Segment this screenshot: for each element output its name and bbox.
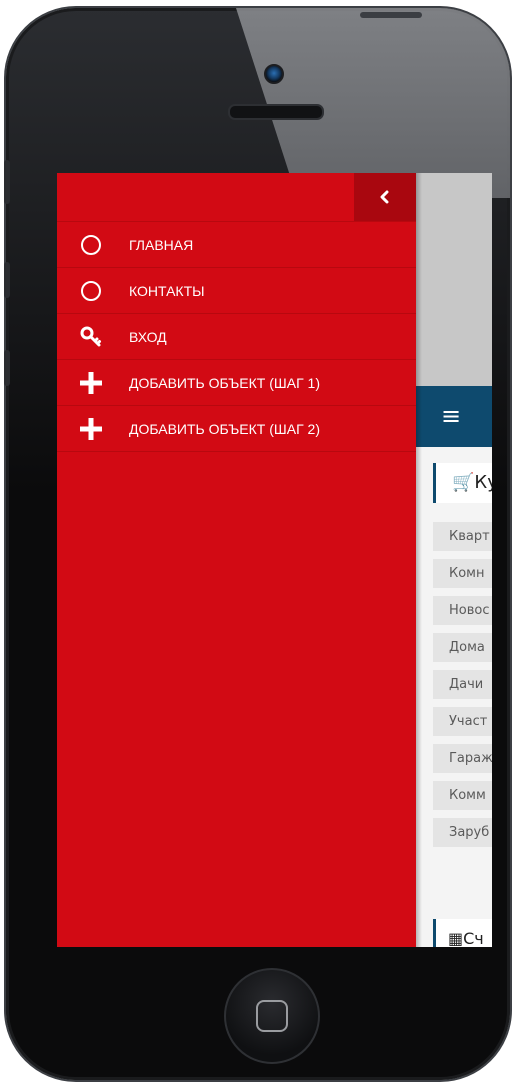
menu-item-login[interactable]: ВХОД [57, 313, 416, 359]
category-item[interactable]: Заруб [433, 818, 492, 847]
category-item[interactable]: Участ [433, 707, 492, 736]
plus-icon [79, 371, 103, 395]
circle-outline-icon [79, 233, 103, 257]
phone-frame: ≡ 🛒Ку Кварт Комн Новос Дома Дачи Участ Г… [6, 8, 510, 1080]
home-square-icon [256, 1000, 288, 1032]
circle-outline-icon [79, 279, 103, 303]
section-title-text: Ку [474, 472, 492, 493]
menu-item-label: ДОБАВИТЬ ОБЪЕКТ (ШАГ 1) [129, 374, 320, 391]
menu-item-add-object-step-1[interactable]: ДОБАВИТЬ ОБЪЕКТ (ШАГ 1) [57, 359, 416, 405]
category-item[interactable]: Комм [433, 781, 492, 810]
volume-up-button [4, 262, 10, 298]
section-title-secondary: ▦Сч [433, 919, 492, 947]
key-icon [79, 325, 103, 349]
category-list: Кварт Комн Новос Дома Дачи Участ Гараж К… [433, 522, 492, 855]
menu-item-label: КОНТАКТЫ [129, 282, 205, 299]
menu-item-label: ВХОД [129, 328, 167, 345]
mute-switch [4, 160, 10, 204]
section-title-buy: 🛒Ку [433, 463, 492, 503]
plus-icon [79, 417, 103, 441]
side-drawer: ГЛАВНАЯ КОНТАКТЫ ВХОД ДОБАВИТЬ ОБЪЕКТ (Ш… [57, 173, 416, 947]
front-camera [264, 64, 284, 84]
home-button[interactable] [224, 968, 320, 1064]
menu-item-label: ДОБАВИТЬ ОБЪЕКТ (ШАГ 2) [129, 420, 320, 437]
hamburger-menu-icon[interactable]: ≡ [439, 399, 463, 433]
category-item[interactable]: Дома [433, 633, 492, 662]
category-item[interactable]: Новос [433, 596, 492, 625]
drawer-menu: ГЛАВНАЯ КОНТАКТЫ ВХОД ДОБАВИТЬ ОБЪЕКТ (Ш… [57, 221, 416, 452]
menu-item-label: ГЛАВНАЯ [129, 236, 194, 253]
category-item[interactable]: Гараж [433, 744, 492, 773]
menu-item-contacts[interactable]: КОНТАКТЫ [57, 267, 416, 313]
category-item[interactable]: Кварт [433, 522, 492, 551]
screen-glare [236, 8, 510, 198]
volume-down-button [4, 350, 10, 386]
chevron-left-icon [380, 190, 389, 204]
power-button [360, 12, 422, 18]
close-drawer-button[interactable] [354, 173, 416, 221]
cart-icon: 🛒 [452, 472, 475, 493]
drawer-shadow [416, 173, 422, 947]
category-item[interactable]: Комн [433, 559, 492, 588]
grid-icon: ▦ [448, 929, 464, 947]
category-item[interactable]: Дачи [433, 670, 492, 699]
menu-item-add-object-step-2[interactable]: ДОБАВИТЬ ОБЪЕКТ (ШАГ 2) [57, 405, 416, 452]
device-screen: ≡ 🛒Ку Кварт Комн Новос Дома Дачи Участ Г… [57, 173, 492, 947]
menu-item-home[interactable]: ГЛАВНАЯ [57, 221, 416, 267]
earpiece-speaker [228, 104, 324, 120]
drawer-header [57, 173, 416, 221]
section2-title-text: Сч [463, 929, 484, 947]
